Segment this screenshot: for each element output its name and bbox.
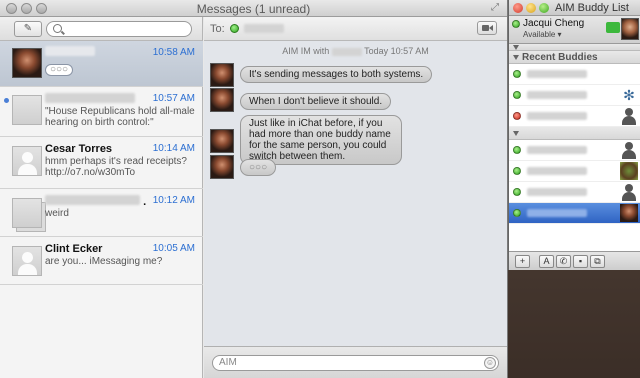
fullscreen-icon[interactable]: ⤢: [491, 3, 501, 13]
avatar: [12, 246, 42, 276]
typing-indicator: ○○○: [45, 64, 73, 76]
conversation-name: .: [45, 195, 146, 208]
buddy-list-title: AIM Buddy List: [555, 2, 629, 14]
status-icon: [513, 91, 521, 99]
minimize-button[interactable]: [526, 3, 536, 13]
status-dropdown[interactable]: Available ▾: [523, 30, 562, 39]
video-call-button[interactable]: [477, 21, 497, 35]
sidebar-toolbar: ✎: [0, 17, 202, 41]
status-icon: [513, 188, 521, 196]
add-buddy-button[interactable]: +: [515, 255, 530, 268]
message-bubble: Just like in iChat before, if you had mo…: [240, 115, 402, 165]
group-header[interactable]: [509, 44, 640, 51]
buddy-row[interactable]: ✻: [509, 85, 640, 106]
message-thread: AIM IM with Today 10:57 AM It's sending …: [204, 41, 507, 346]
avatar: [12, 146, 42, 176]
conversation-time: 10:14 AM: [152, 143, 195, 154]
conversation-sidebar: ✎ 10:58 AM ○○○ 10:57 AM "House Republica…: [0, 17, 203, 378]
message-bubble: When I don't believe it should.: [240, 93, 392, 110]
conversation-item[interactable]: . 10:12 AM weird: [0, 189, 203, 237]
buddy-row[interactable]: [509, 106, 640, 127]
conversation-snippet: "House Republicans hold all-male hearing…: [45, 106, 195, 128]
conversation-pane: To: AIM IM with Today 10:57 AM It's send…: [204, 17, 507, 378]
to-label: To:: [210, 23, 225, 35]
conversation-snippet: weird: [45, 208, 69, 219]
emoji-icon[interactable]: ☺: [484, 357, 496, 369]
thread-timestamp: AIM IM with Today 10:57 AM: [282, 46, 429, 56]
buddy-list-titlebar: AIM Buddy List: [509, 0, 640, 16]
conversation-name: Clint Ecker: [45, 243, 103, 255]
dragonfly-icon: ✻: [623, 87, 635, 103]
compose-button[interactable]: ✎: [14, 21, 42, 37]
group-avatar: [12, 198, 42, 228]
my-status-bar: Jacqui Cheng Available ▾: [509, 16, 640, 44]
my-avatar[interactable]: [621, 18, 639, 40]
recipient-name[interactable]: [244, 24, 284, 33]
avatar: [12, 48, 42, 78]
close-button[interactable]: [513, 3, 523, 13]
conversation-name: [45, 93, 135, 106]
buddy-photo: [620, 204, 638, 222]
compose-icon: ✎: [23, 23, 33, 34]
sender-avatar: [210, 88, 234, 112]
messages-window: Messages (1 unread) ⤢ ✎ 10:58 AM ○○○ 10:…: [0, 0, 508, 378]
audio-chat-button[interactable]: ✆: [556, 255, 571, 268]
conversation-item[interactable]: Cesar Torres 10:14 AM hmm perhaps it's r…: [0, 137, 203, 189]
conversation-item[interactable]: 10:58 AM ○○○: [0, 41, 203, 87]
text-chat-button[interactable]: A: [539, 255, 554, 268]
group-header[interactable]: [509, 127, 640, 140]
turtle-icon: [620, 162, 638, 180]
window-title: Messages (1 unread): [196, 2, 311, 16]
video-camera-icon[interactable]: [606, 22, 620, 33]
conversation-time: 10:05 AM: [152, 243, 195, 254]
status-icon: [513, 209, 521, 217]
unread-indicator: [4, 98, 9, 103]
recipient-bar: To:: [204, 17, 507, 41]
sender-avatar: [210, 129, 234, 153]
status-icon: [513, 146, 521, 154]
buddy-row[interactable]: [509, 64, 640, 85]
conversation-snippet: are you... iMessaging me?: [45, 256, 163, 267]
buddy-row[interactable]: [509, 140, 640, 161]
search-icon: [53, 24, 62, 33]
conversation-item[interactable]: Clint Ecker 10:05 AM are you... iMessagi…: [0, 237, 203, 285]
buddy-list-window: AIM Buddy List Jacqui Cheng Available ▾ …: [508, 0, 640, 270]
buddy-list-toolbar: + A ✆ ▪ ⧉: [509, 251, 640, 270]
status-icon: [513, 112, 521, 120]
sender-avatar: [210, 63, 234, 87]
conversation-time: 10:12 AM: [152, 195, 195, 206]
person-icon: [620, 183, 638, 201]
group-recent-buddies[interactable]: Recent Buddies: [509, 51, 640, 64]
person-icon: [620, 107, 638, 125]
compose-bar: AIM ☺: [204, 346, 507, 378]
recipient-status-icon: [230, 24, 239, 33]
video-chat-button[interactable]: ▪: [573, 255, 588, 268]
search-input[interactable]: [46, 21, 192, 37]
conversation-name: Cesar Torres: [45, 143, 113, 155]
conversation-time: 10:57 AM: [152, 93, 195, 104]
sender-avatar: [210, 155, 234, 179]
conversation-snippet: hmm perhaps it's read receipts? http://o…: [45, 156, 187, 178]
my-status-icon: [512, 20, 520, 28]
message-input[interactable]: AIM ☺: [212, 355, 499, 371]
messages-titlebar: Messages (1 unread) ⤢: [0, 0, 507, 17]
buddy-row[interactable]: [509, 182, 640, 203]
disclosure-triangle-icon: [513, 55, 519, 60]
avatar: [12, 95, 42, 125]
message-bubble: It's sending messages to both systems.: [240, 66, 433, 83]
zoom-button[interactable]: [539, 3, 549, 13]
screen-share-button[interactable]: ⧉: [590, 255, 605, 268]
conversation-time: 10:58 AM: [152, 47, 195, 58]
typing-bubble: ○○○: [240, 159, 277, 176]
buddy-row-selected[interactable]: [509, 203, 640, 224]
conversation-item[interactable]: 10:57 AM "House Republicans hold all-mal…: [0, 87, 203, 137]
buddy-row[interactable]: [509, 161, 640, 182]
person-icon: [620, 141, 638, 159]
status-icon: [513, 70, 521, 78]
message-input-placeholder: AIM: [219, 357, 237, 368]
my-name: Jacqui Cheng: [523, 18, 585, 29]
conversation-name: [45, 46, 95, 59]
status-icon: [513, 167, 521, 175]
